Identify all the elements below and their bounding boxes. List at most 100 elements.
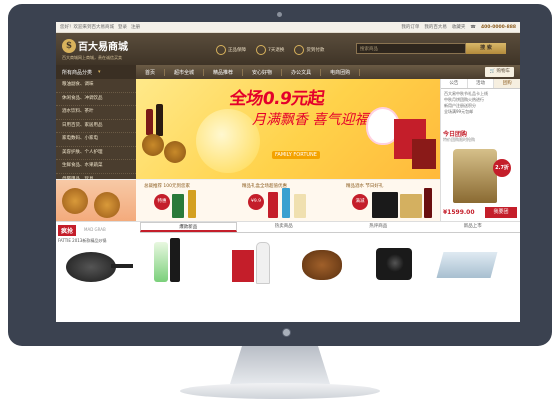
product-image[interactable]	[453, 149, 497, 203]
promo-text-1: 总裁推荐 100元到您家	[144, 184, 191, 189]
promo-strip: 总裁推荐 100元到您家 特惠 精品礼盒全场超值优惠 ¥9.9 精品酒水 节日好…	[56, 179, 440, 223]
product-tabs: 爆款新品 热卖商品 热评商品 新品上市	[140, 222, 520, 233]
all-categories-button[interactable]: 所有商品分类 ▾	[56, 65, 136, 79]
hotline-number: 400-0000-888	[480, 24, 516, 30]
nav-item-supermarket[interactable]: 超市全城	[165, 68, 205, 76]
sidebar-item[interactable]: 粮油副食、调味	[56, 79, 136, 93]
bottle-image[interactable]	[268, 192, 278, 218]
monitor-stand-neck	[230, 346, 330, 384]
mooncake-image	[142, 134, 164, 156]
tab-announcement[interactable]: 公告	[441, 79, 468, 88]
sidebar-item[interactable]: 美容护肤、个人护理	[56, 147, 136, 160]
logo[interactable]: $ 百大易商城	[62, 38, 128, 53]
gift-box-image	[412, 139, 436, 169]
promo-tag-3: 满减	[352, 194, 368, 210]
camera-icon	[277, 12, 282, 17]
nav-item-safe-goods[interactable]: 安心好物	[243, 68, 283, 76]
search-button[interactable]: 搜 索	[466, 43, 506, 54]
gift-box-image[interactable]	[172, 194, 184, 218]
service-features: 正品保障 7天退换 货到付款	[216, 45, 324, 55]
truck-icon	[294, 45, 305, 55]
feature-cod: 货到付款	[294, 45, 324, 55]
nav-item-featured[interactable]: 精品推荐	[204, 68, 244, 76]
register-link[interactable]: 注册	[131, 24, 140, 30]
chevron-down-icon: ▾	[98, 69, 101, 75]
category-sidebar: 粮油副食、调味 休闲食品、冲调饮品 酒水饮料、茶叶 日用百货、家居用品 家电数码…	[56, 79, 136, 187]
promo-text-2: 精品礼盒全场超值优惠	[242, 184, 287, 189]
product-image[interactable]	[302, 250, 342, 280]
flash-sale-tag: 疯抢	[58, 225, 77, 236]
mooncake-image	[62, 188, 88, 214]
shield-icon	[216, 45, 226, 55]
bottle-image[interactable]	[188, 190, 196, 218]
feature-return: 7天退换	[256, 45, 284, 55]
group-buy-button[interactable]: 我要团	[485, 207, 517, 218]
main-nav: 所有商品分类 ▾ 首页 超市全城 精品推荐 安心好物 办公文具 电商团购 🛒 购…	[56, 65, 520, 79]
my-account-link[interactable]: 我的百大易	[424, 24, 447, 30]
tab-hot-new[interactable]: 爆款新品	[140, 222, 237, 232]
tab-activity[interactable]: 活动	[468, 79, 495, 88]
right-panel-tabs: 公告 活动 团购	[441, 79, 520, 89]
nav-item-group-buy[interactable]: 电商团购	[321, 68, 361, 76]
favorites-link[interactable]: 收藏夹	[452, 24, 466, 30]
hero-banner[interactable]: 全场0.9元起 月满飘香 喜气迎福 FAMILY FORTUNE	[136, 79, 440, 179]
banner-calligraphy: 月满飘香 喜气迎福	[252, 112, 369, 128]
camera-lens-icon	[386, 254, 404, 272]
wine-bottle-image[interactable]	[424, 188, 432, 218]
flash-sale-panel: 疯抢 MAD GRAB FATTIE 2013新款精品炒锅	[56, 222, 136, 297]
monitor-frame: 您好！欢迎来到百大易商城 登录 注册 我的订单 我的百大易 收藏夹 ☎ 400-…	[8, 4, 552, 346]
mooncake-promo-image[interactable]	[56, 180, 136, 223]
promo-tag-1: 特惠	[154, 194, 170, 210]
announcement-list: 百大易中秋节礼品卡上线 中秋月饼团购火热进行 新用户注册送积分 全场满99元包邮	[441, 89, 520, 117]
tab-top-rated[interactable]: 热评商品	[331, 222, 426, 232]
feature-genuine: 正品保障	[216, 45, 246, 55]
product-image[interactable]	[256, 242, 270, 284]
power-button-icon[interactable]	[282, 328, 291, 337]
right-panel: 公告 活动 团购 百大易中秋节礼品卡上线 中秋月饼团购火热进行 新用户注册送积分…	[440, 79, 520, 222]
nav-item-office[interactable]: 办公文具	[282, 68, 322, 76]
logo-name: 百大易商城	[78, 42, 128, 53]
site-header: $ 百大易商城 百大商城网上商城，贵在诚信买卖 正品保障 7天退换 货到付款 搜…	[56, 33, 520, 65]
sidebar-item[interactable]: 日用百货、家居用品	[56, 120, 136, 133]
wine-bottle-image	[146, 109, 153, 135]
tab-group-buy[interactable]: 团购	[494, 79, 520, 88]
sidebar-item[interactable]: 休闲食品、冲调饮品	[56, 93, 136, 106]
nav-item-home[interactable]: 首页	[136, 68, 166, 76]
gift-box-image[interactable]	[400, 194, 422, 218]
sidebar-item[interactable]: 生鲜食品、水果蔬菜	[56, 160, 136, 174]
main-area: 粮油副食、调味 休闲食品、冲调饮品 酒水饮料、茶叶 日用百货、家居用品 家电数码…	[56, 79, 520, 223]
product-image[interactable]	[232, 250, 254, 282]
search-input[interactable]: 搜索商品	[356, 43, 466, 54]
cart-label: 购物车	[496, 69, 511, 74]
list-item[interactable]: 全场满99元包邮	[444, 109, 518, 115]
product-image[interactable]	[170, 238, 180, 282]
welcome-text: 您好！欢迎来到百大易商城	[60, 25, 114, 30]
discount-badge: 2.7折	[493, 159, 511, 177]
gift-box-image[interactable]	[372, 192, 398, 218]
bottle-image[interactable]	[294, 194, 306, 218]
product-image[interactable]	[436, 252, 498, 278]
product-image[interactable]	[154, 242, 168, 282]
tab-new-arrivals[interactable]: 新品上市	[426, 222, 521, 232]
pan-handle-image	[111, 264, 133, 268]
tab-best-sellers[interactable]: 热卖商品	[237, 222, 332, 232]
sidebar-item[interactable]: 家电数码、小家电	[56, 133, 136, 147]
login-link[interactable]: 登录	[118, 24, 127, 30]
flash-sale-english: MAD GRAB	[84, 227, 106, 232]
today-group-buy-subtitle: 特价团购限时抢购	[443, 137, 475, 142]
moon-image	[196, 109, 260, 173]
return-icon	[256, 45, 266, 55]
browser-screen: 您好！欢迎来到百大易商城 登录 注册 我的订单 我的百大易 收藏夹 ☎ 400-…	[56, 22, 520, 322]
pan-image[interactable]	[66, 252, 116, 282]
banner-headline: 全场0.9元起	[228, 89, 326, 109]
mooncake-image	[94, 192, 120, 218]
bottle-image[interactable]	[282, 188, 290, 218]
promo-text-3: 精品酒水 节日好礼	[346, 184, 384, 189]
top-bar: 您好！欢迎来到百大易商城 登录 注册 我的订单 我的百大易 收藏夹 ☎ 400-…	[56, 22, 520, 33]
banner-english: FAMILY FORTUNE	[272, 151, 320, 159]
group-buy-price: ¥1599.00	[443, 209, 475, 216]
my-orders-link[interactable]: 我的订单	[401, 24, 419, 30]
mooncake-image	[164, 141, 186, 163]
cart-button[interactable]: 🛒 购物车	[485, 67, 514, 77]
sidebar-item[interactable]: 酒水饮料、茶叶	[56, 106, 136, 120]
